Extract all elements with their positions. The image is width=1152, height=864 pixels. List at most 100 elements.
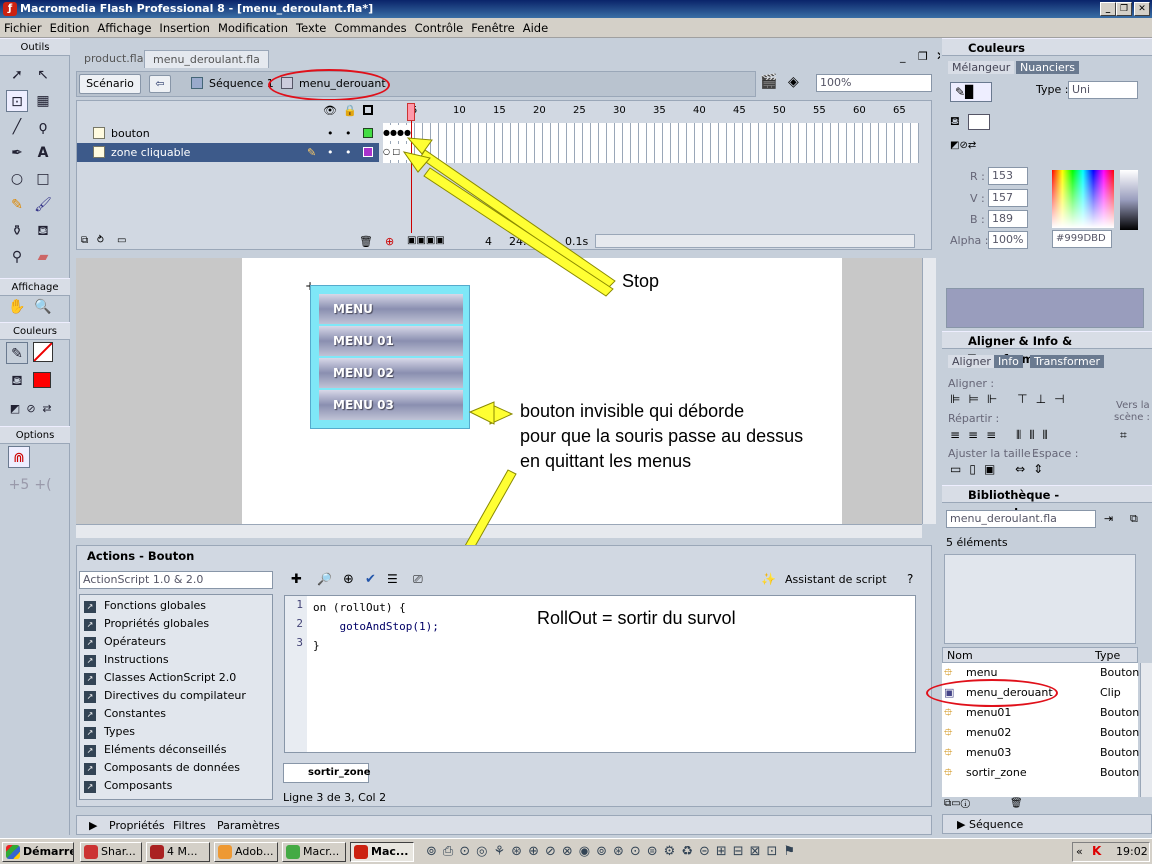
arrow-stop-upper (419, 149, 616, 289)
toolbox-item[interactable]: ↗ Types (84, 723, 272, 741)
scene-panel-title: Séquence (969, 818, 1024, 831)
antivirus-icon[interactable]: K (1092, 844, 1101, 858)
annotation-invisible-2: pour que la souris passe au dessus (520, 426, 804, 446)
app-icon (218, 845, 232, 859)
green-input[interactable]: 157 (988, 189, 1028, 207)
library-file-select[interactable]: menu_deroulant.fla (946, 510, 1096, 528)
column-type[interactable]: Type (1095, 649, 1120, 662)
toolbox-item[interactable]: ↗ Propriétés globales (84, 615, 272, 633)
code-hint-icon[interactable]: ⎚ (413, 572, 423, 587)
line-number: 2 (296, 617, 303, 630)
fill-swatch[interactable] (968, 114, 990, 130)
annotation-rollout: RollOut = sortir du survol (537, 608, 736, 628)
quick-launch-icons[interactable]: ⊚⎙⊙◎⚘⊛⊕⊘⊗◉⊚⊛⊙⊜⚙♻⊝⊞⊟⊠⊡⚑ (426, 844, 801, 859)
alpha-label: Alpha : (950, 234, 989, 247)
library-item[interactable]: ⯐ sortir_zone Bouton (944, 763, 1139, 783)
collapse-arrow-icon[interactable]: ▶ (957, 818, 965, 831)
script-assist-icon[interactable]: ✨ (761, 572, 776, 586)
library-delete-icon[interactable]: 🗑 (1010, 798, 1023, 809)
code-line-3: } (313, 639, 320, 652)
tray-expand-icon[interactable]: « (1076, 845, 1083, 858)
tab-filtres[interactable]: Filtres (173, 819, 206, 832)
code-line-2: gotoAndStop(1); (313, 620, 439, 633)
actionscript-version-select[interactable]: ActionScript 1.0 & 2.0 (79, 571, 273, 589)
align-buttons-icon[interactable]: ⊫⊨⊩ ⊤⊥⊣ (950, 392, 1073, 406)
taskbar-label: Shar... (101, 845, 136, 858)
library-vscroll[interactable] (1140, 663, 1152, 797)
match-size-buttons-icon[interactable]: ▭▯▣ ⇔⇕ (950, 462, 1051, 476)
column-name[interactable]: Nom (947, 649, 973, 662)
tab-transformer[interactable]: Transformer (1030, 355, 1105, 368)
taskbar-label: 4 M... (167, 845, 198, 858)
toolbox-item[interactable]: ↗ Constantes (84, 705, 272, 723)
brightness-slider[interactable] (1120, 170, 1138, 230)
toolbox-item[interactable]: ↗ Instructions (84, 651, 272, 669)
taskbar-item[interactable]: Macr... (282, 842, 346, 862)
library-preview (944, 554, 1136, 644)
script-status: Ligne 3 de 3, Col 2 (283, 791, 387, 804)
tab-proprietes[interactable]: Propriétés (109, 819, 165, 832)
help-icon[interactable]: ? (907, 572, 913, 586)
new-library-icon[interactable]: ⧉ (1130, 512, 1138, 526)
taskbar-item[interactable]: Shar... (80, 842, 142, 862)
collapse-arrow-icon[interactable]: ▶ (89, 819, 97, 832)
pin-library-icon[interactable]: ⇥ (1104, 512, 1113, 525)
toolbox-item[interactable]: ↗ Opérateurs (84, 633, 272, 651)
scene-panel-header[interactable]: ▶ Séquence (942, 814, 1152, 834)
tab-nuanciers[interactable]: Nuanciers (1016, 61, 1080, 74)
auto-format-icon[interactable]: ☰ (387, 572, 398, 586)
mixer-swap-icons[interactable]: ◩⊘⇄ (950, 140, 976, 151)
library-panel-header[interactable]: Bibliothèque - menu_derou... (942, 485, 1152, 520)
colors-panel-header[interactable]: Couleurs (942, 38, 1152, 56)
color-spectrum[interactable] (1052, 170, 1114, 228)
arrow-stop-lower (423, 167, 614, 297)
taskbar-item-active[interactable]: Mac... (350, 842, 414, 862)
blue-input[interactable]: 189 (988, 210, 1028, 228)
library-item[interactable]: ⯐ menu03 Bouton (944, 743, 1139, 763)
align-panel-header[interactable]: Aligner & Info & Transformer (942, 331, 1152, 366)
add-action-icon[interactable]: ✚ (291, 572, 302, 587)
code-line-1: on (rollOut) { (313, 601, 406, 614)
toolbox-item[interactable]: ↗ Eléments déconseillés (84, 741, 272, 759)
distribute-buttons-icon[interactable]: ≡≡≡ ⦀⦀⦀ (950, 428, 1056, 443)
script-assist-label[interactable]: Assistant de script (785, 573, 887, 586)
b-label: B : (970, 213, 985, 226)
fill-type-select[interactable]: Uni (1068, 81, 1138, 99)
repartir-label: Répartir : (948, 412, 1000, 425)
properties-bar: ▶ Propriétés Filtres Paramètres (76, 815, 932, 835)
to-stage-icon[interactable]: ⌗ (1120, 428, 1127, 443)
script-editor[interactable]: 1 2 3 on (rollOut) { gotoAndStop(1); } R… (284, 595, 916, 753)
taskbar: Démarrer Shar... 4 M... Adob... Macr... … (0, 838, 1152, 864)
start-button[interactable]: Démarrer (2, 842, 74, 862)
library-item[interactable]: ⯐ menu02 Bouton (944, 723, 1139, 743)
line-number: 1 (296, 598, 303, 611)
stroke-mixer-icon[interactable]: ✎▉ (950, 82, 992, 102)
vers-label: Vers la (1116, 400, 1150, 411)
aligner-label: Aligner : (948, 377, 995, 390)
target-path-icon[interactable]: ⊕ (343, 572, 354, 587)
taskbar-item[interactable]: Adob... (214, 842, 278, 862)
tab-parametres[interactable]: Paramètres (217, 819, 280, 832)
toolbox-item[interactable]: ↗ Composants (84, 777, 272, 795)
tab-info[interactable]: Info (994, 355, 1023, 368)
r-label: R : (970, 170, 985, 183)
find-icon[interactable]: 🔎 (317, 572, 332, 586)
toolbox-item[interactable]: ↗ Classes ActionScript 2.0 (84, 669, 272, 687)
tab-melangeur[interactable]: Mélangeur (948, 61, 1015, 74)
check-syntax-icon[interactable]: ✔ (365, 572, 376, 587)
taskbar-item[interactable]: 4 M... (146, 842, 210, 862)
ajuster-label: Ajuster la taille : (948, 447, 1038, 460)
toolbox-item[interactable]: ↗ Composants de données (84, 759, 272, 777)
red-input[interactable]: 153 (988, 167, 1028, 185)
library-bottom-icons[interactable]: ⧉▭ⓘ (944, 798, 970, 809)
taskbar-label: Adob... (235, 845, 274, 858)
app-icon (150, 845, 164, 859)
toolbox-item[interactable]: ↗ Fonctions globales (84, 597, 272, 615)
alpha-input[interactable]: 100% (988, 231, 1028, 249)
toolbox-item[interactable]: ↗ Directives du compilateur (84, 687, 272, 705)
fill-bucket-icon[interactable]: ⛾ (950, 114, 960, 130)
hex-input[interactable]: #999DBD (1052, 230, 1112, 248)
tab-aligner[interactable]: Aligner (948, 355, 995, 368)
script-tab[interactable]: sortir_zone (283, 763, 371, 783)
actions-title[interactable]: Actions - Bouton (87, 549, 194, 563)
